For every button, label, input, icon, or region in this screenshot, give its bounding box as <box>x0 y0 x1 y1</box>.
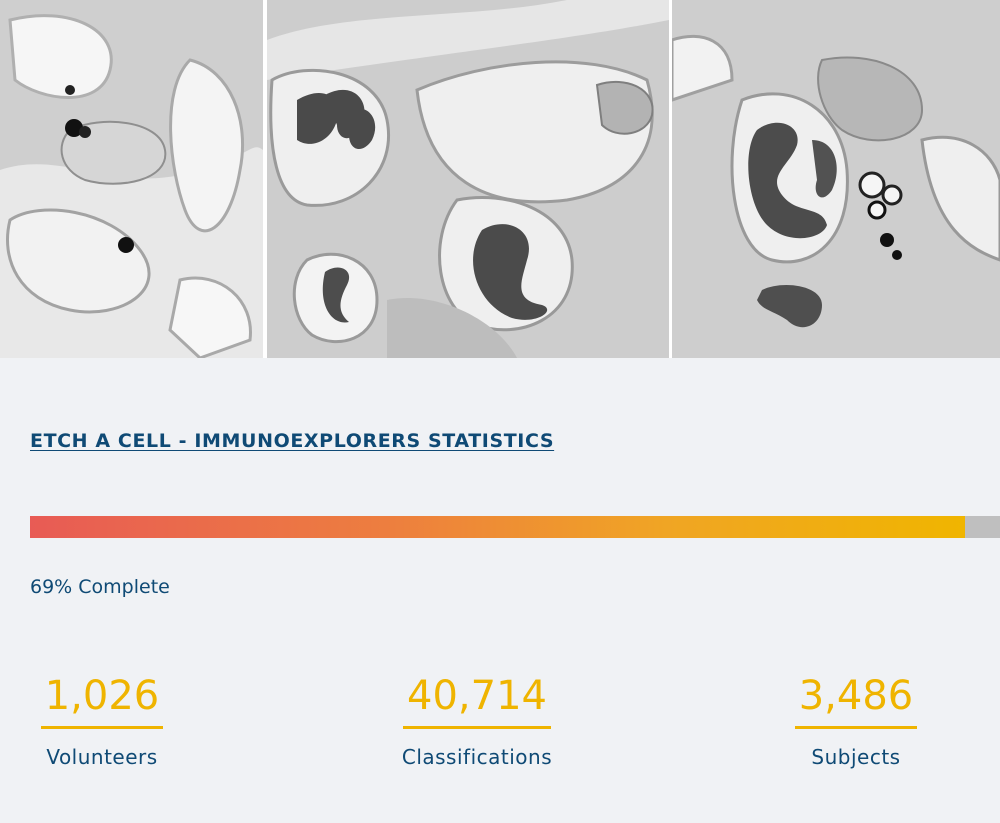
completion-percentage-text: 69% Complete <box>30 576 170 598</box>
completion-progress-bar <box>30 516 1000 538</box>
stat-subjects-value: 3,486 <box>794 672 918 729</box>
stat-volunteers-value: 1,026 <box>40 672 164 729</box>
header-image-strip <box>0 0 1000 358</box>
completion-progress-fill <box>30 516 966 538</box>
micrograph-image-3 <box>672 0 1000 358</box>
stat-volunteers-label: Volunteers <box>46 745 158 769</box>
stat-subjects: 3,486 Subjects <box>792 672 920 769</box>
micrograph-image-1 <box>0 0 263 358</box>
stat-classifications-value: 40,714 <box>403 672 551 729</box>
project-statistics-title-link[interactable]: ETCH A CELL - IMMUNOEXPLORERS STATISTICS <box>30 430 554 452</box>
stat-classifications: 40,714 Classifications <box>392 672 562 769</box>
stat-classifications-label: Classifications <box>401 745 553 769</box>
stat-subjects-label: Subjects <box>811 745 901 769</box>
stat-volunteers: 1,026 Volunteers <box>40 672 164 769</box>
micrograph-image-2 <box>267 0 669 358</box>
